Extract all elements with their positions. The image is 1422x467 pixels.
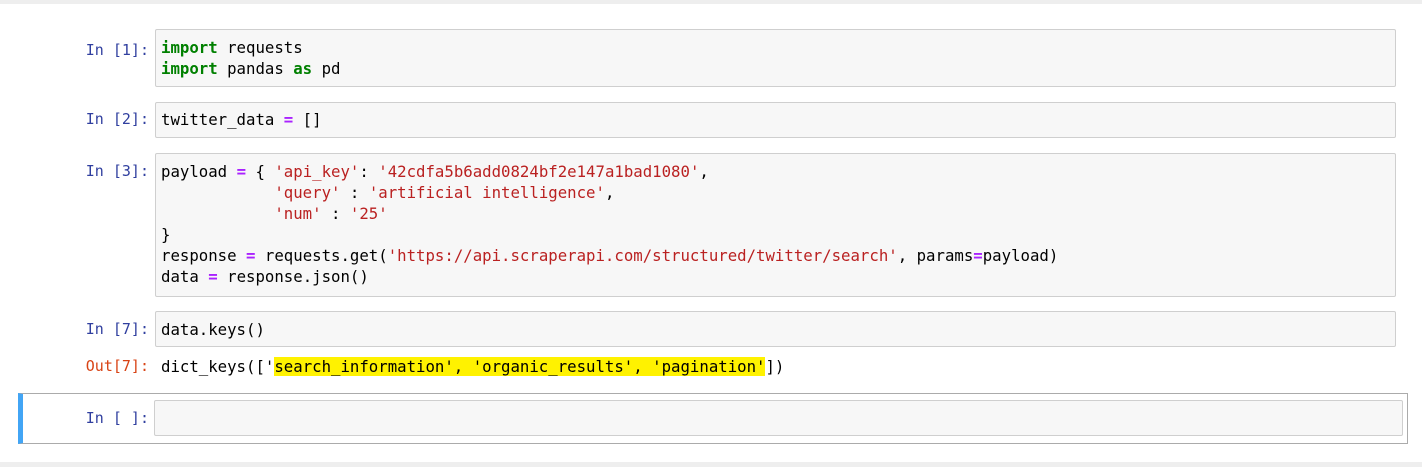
- code-line: }: [161, 224, 1395, 245]
- code-line: import requests: [161, 37, 1395, 58]
- code-line: 'query' : 'artificial intelligence',: [161, 182, 1395, 203]
- keyword-token: import: [161, 59, 218, 78]
- output-text-4: dict_keys(['search_information', 'organi…: [161, 356, 784, 377]
- operator-token: =: [973, 246, 983, 265]
- code-token: data: [161, 267, 209, 286]
- code-cell-4[interactable]: In [7]: data.keys() Out[7]: dict_keys(['…: [0, 311, 1422, 385]
- code-token: payload): [982, 246, 1059, 265]
- string-token: 'api_key': [274, 162, 360, 181]
- code-line: data.keys(): [161, 319, 1395, 340]
- string-token: 'artificial intelligence': [368, 183, 605, 202]
- code-cell-1[interactable]: In [1]: import requests import pandas as …: [0, 29, 1422, 87]
- code-token: {: [246, 162, 275, 181]
- operator-token: =: [283, 110, 294, 129]
- code-line: ​: [160, 408, 1402, 429]
- code-token: , params: [897, 246, 974, 265]
- code-line: data = response.json(): [161, 266, 1395, 287]
- code-line: response = requests.get('https://api.scr…: [161, 245, 1395, 266]
- code-line: twitter_data = []: [161, 109, 1395, 130]
- code-cell-3[interactable]: In [3]: payload = { 'api_key': '42cdfa5b…: [0, 153, 1422, 297]
- code-text-4[interactable]: data.keys(): [156, 312, 1395, 340]
- code-token: data.keys(): [161, 320, 265, 339]
- output-token: ': [264, 357, 275, 376]
- code-line: import pandas as pd: [161, 58, 1395, 79]
- selected-cell[interactable]: In [ ]: ​: [18, 393, 1408, 444]
- highlighted-output: search_information', 'organic_results', …: [274, 357, 766, 376]
- code-token: :: [340, 183, 369, 202]
- code-text-5[interactable]: ​: [155, 401, 1402, 429]
- output-token: ]): [765, 357, 785, 376]
- code-token: response.json(): [217, 267, 369, 286]
- string-token: 'num': [274, 204, 322, 223]
- code-token: }: [161, 225, 171, 244]
- code-token: pandas: [217, 59, 294, 78]
- code-editor-4[interactable]: data.keys(): [155, 311, 1396, 347]
- code-token: response: [161, 246, 247, 265]
- keyword-token: import: [161, 38, 218, 57]
- code-cell-2[interactable]: In [2]: twitter_data = []: [0, 102, 1422, 138]
- code-token: requests.get(: [255, 246, 388, 265]
- code-editor-2[interactable]: twitter_data = []: [155, 102, 1396, 138]
- code-token: pd: [312, 59, 341, 78]
- string-token: '42cdfa5b6add0824bf2e147a1bad1080': [378, 162, 700, 181]
- code-line: payload = { 'api_key': '42cdfa5b6add0824…: [161, 161, 1395, 182]
- string-token: 'https://api.scraperapi.com/structured/t…: [387, 246, 898, 265]
- output-prompt-4: Out[7]:: [85, 357, 149, 375]
- keyword-token: as: [293, 59, 313, 78]
- code-editor-3[interactable]: payload = { 'api_key': '42cdfa5b6add0824…: [155, 153, 1396, 297]
- code-line: 'num' : '25': [161, 203, 1395, 224]
- code-text-3[interactable]: payload = { 'api_key': '42cdfa5b6add0824…: [156, 154, 1395, 287]
- code-token: :: [321, 204, 350, 223]
- string-token: '25': [349, 204, 388, 223]
- code-token: payload: [161, 162, 237, 181]
- code-token: requests: [217, 38, 303, 57]
- operator-token: =: [236, 162, 247, 181]
- input-prompt-4: In [7]:: [85, 320, 149, 338]
- code-token: []: [293, 110, 322, 129]
- code-token: twitter_data: [161, 110, 284, 129]
- code-text-1[interactable]: import requests import pandas as pd: [156, 30, 1395, 79]
- code-token: :: [359, 162, 379, 181]
- code-token: ,: [699, 162, 709, 181]
- output-token: dict_keys([: [161, 357, 265, 376]
- code-editor-5[interactable]: ​: [154, 400, 1403, 436]
- input-prompt-3: In [3]:: [85, 162, 149, 180]
- code-token: ,: [604, 183, 615, 202]
- operator-token: =: [208, 267, 218, 286]
- string-token: 'query': [274, 183, 341, 202]
- notebook-container: In [1]: import requests import pandas as …: [0, 4, 1422, 462]
- input-prompt-5: In [ ]:: [85, 409, 149, 427]
- input-prompt-1: In [1]:: [85, 41, 149, 59]
- input-prompt-2: In [2]:: [85, 110, 149, 128]
- code-text-2[interactable]: twitter_data = []: [156, 103, 1395, 130]
- code-editor-1[interactable]: import requests import pandas as pd: [155, 29, 1396, 87]
